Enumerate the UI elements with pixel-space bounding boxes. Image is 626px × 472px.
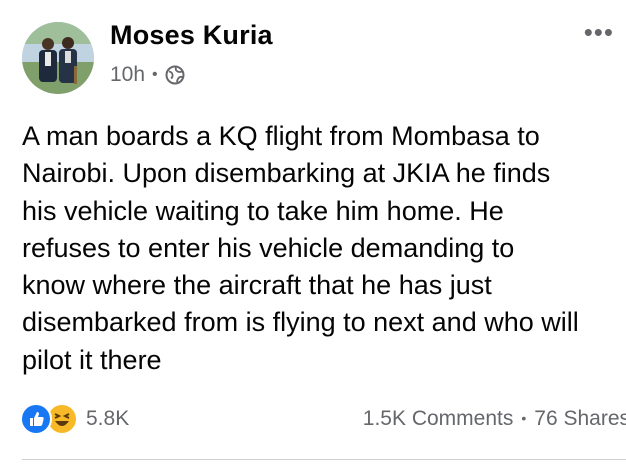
shares-count[interactable]: 76 Shares xyxy=(534,407,626,430)
author-name[interactable]: Moses Kuria xyxy=(110,20,273,51)
comments-count[interactable]: 1.5K Comments xyxy=(363,407,514,430)
meta-separator: • xyxy=(152,66,158,83)
reaction-count: 5.8K xyxy=(86,407,130,430)
divider xyxy=(22,459,626,460)
engagement-stats: 1.5K Comments • 76 Shares xyxy=(363,407,626,431)
stats-separator: • xyxy=(521,410,527,426)
like-icon xyxy=(20,403,52,435)
globe-icon[interactable] xyxy=(165,65,185,85)
post-meta: 10h • xyxy=(110,63,185,87)
post-timestamp[interactable]: 10h xyxy=(110,63,145,87)
author-avatar[interactable] xyxy=(22,22,94,94)
more-options-icon[interactable]: ••• xyxy=(584,19,614,45)
post-body-text: A man boards a KQ flight from Mombasa to… xyxy=(22,121,579,375)
facebook-post: Moses Kuria 10h • ••• A man boards a KQ … xyxy=(0,0,626,472)
reactions-summary[interactable]: 5.8K xyxy=(20,403,129,435)
